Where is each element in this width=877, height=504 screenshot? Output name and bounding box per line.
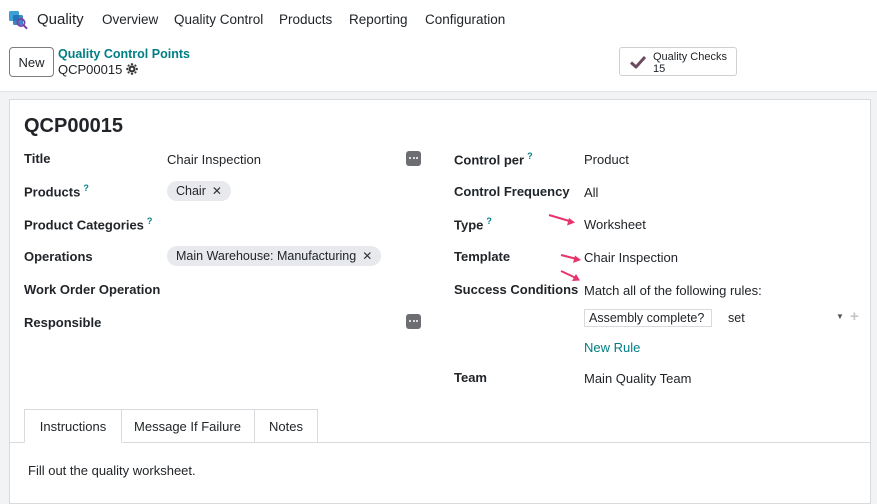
tag-label: Chair	[176, 184, 206, 198]
help-tooltip-icon[interactable]: ?	[147, 216, 153, 226]
checkmark-icon	[629, 55, 647, 69]
operation-tag[interactable]: Main Warehouse: Manufacturing ✕	[167, 246, 382, 266]
smart-button-count: 15	[653, 63, 666, 75]
breadcrumb-current: QCP00015	[58, 62, 123, 77]
responsible-options-button[interactable]	[406, 314, 421, 329]
responsible-label: Responsible	[24, 315, 102, 330]
title-label: Title	[24, 151, 51, 166]
add-rule-plus-icon[interactable]: +	[850, 308, 859, 325]
quality-app-icon[interactable]	[8, 10, 28, 30]
team-field[interactable]: Main Quality Team	[584, 371, 691, 386]
tab-instructions[interactable]: Instructions	[24, 409, 122, 443]
work-order-operation-label: Work Order Operation	[24, 282, 161, 297]
translate-button[interactable]	[406, 151, 421, 166]
gear-icon[interactable]	[126, 63, 138, 75]
remove-tag-icon[interactable]: ✕	[362, 249, 372, 263]
type-label: Type?	[454, 216, 492, 233]
menu-configuration[interactable]: Configuration	[425, 12, 505, 27]
help-tooltip-icon[interactable]: ?	[527, 151, 533, 161]
control-panel: New Quality Control Points QCP00015 Qual…	[0, 40, 877, 92]
title-field[interactable]: Chair Inspection	[167, 152, 261, 167]
new-button[interactable]: New	[9, 47, 54, 77]
annotation-arrow-icon	[560, 270, 580, 281]
template-field[interactable]: Chair Inspection	[584, 250, 678, 265]
rule-operator-select[interactable]: set	[728, 311, 745, 325]
new-rule-link[interactable]: New Rule	[584, 340, 640, 355]
help-tooltip-icon[interactable]: ?	[83, 183, 89, 193]
rule-field-selector[interactable]: Assembly complete?	[584, 309, 712, 327]
success-conditions-label: Success Conditions	[454, 282, 579, 297]
menu-quality-control[interactable]: Quality Control	[174, 12, 263, 27]
product-categories-label: Product Categories?	[24, 216, 153, 233]
tab-notes[interactable]: Notes	[254, 409, 318, 443]
breadcrumb-parent-link[interactable]: Quality Control Points	[58, 47, 190, 61]
smart-button-label: Quality Checks	[653, 51, 727, 63]
form-sheet	[9, 99, 871, 504]
control-per-label: Control per?	[454, 151, 533, 168]
operations-label: Operations	[24, 249, 93, 264]
instructions-content[interactable]: Fill out the quality worksheet.	[28, 463, 196, 478]
success-conditions-text: Match all of the following rules:	[584, 283, 762, 298]
annotation-arrow-icon	[560, 254, 581, 263]
template-label: Template	[454, 249, 511, 264]
control-frequency-field[interactable]: All	[584, 185, 598, 200]
menu-products[interactable]: Products	[279, 12, 332, 27]
menu-reporting[interactable]: Reporting	[349, 12, 408, 27]
chevron-down-icon[interactable]: ▼	[836, 312, 844, 321]
remove-tag-icon[interactable]: ✕	[212, 184, 222, 198]
app-name[interactable]: Quality	[37, 11, 84, 28]
control-per-field[interactable]: Product	[584, 152, 629, 167]
tab-message-if-failure[interactable]: Message If Failure	[121, 409, 255, 443]
menu-overview[interactable]: Overview	[102, 12, 158, 27]
top-navbar: Quality Overview Quality Control Product…	[0, 0, 877, 40]
products-label: Products?	[24, 183, 89, 200]
type-field[interactable]: Worksheet	[584, 217, 646, 232]
help-tooltip-icon[interactable]: ?	[486, 216, 492, 226]
quality-checks-smart-button[interactable]: Quality Checks 15	[619, 47, 737, 76]
product-tag-chair[interactable]: Chair ✕	[167, 181, 231, 201]
tag-label: Main Warehouse: Manufacturing	[176, 249, 357, 263]
team-label: Team	[454, 370, 487, 385]
annotation-arrow-icon	[548, 214, 575, 226]
record-title[interactable]: QCP00015	[24, 115, 123, 138]
control-frequency-label: Control Frequency	[454, 184, 570, 199]
